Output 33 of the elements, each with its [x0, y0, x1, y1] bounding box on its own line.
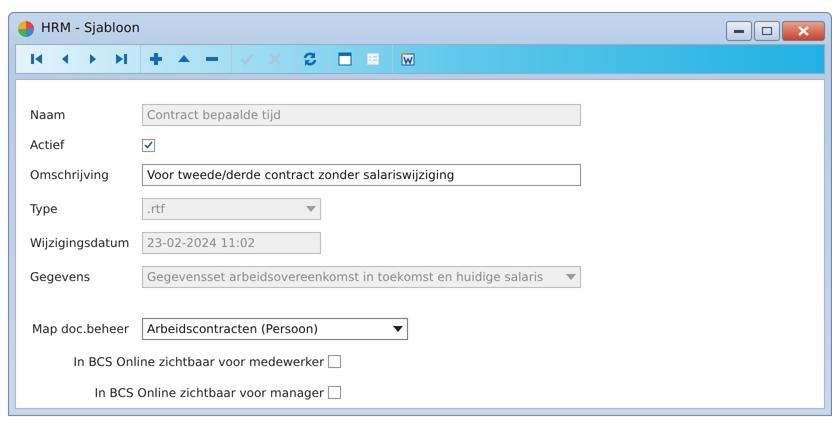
checkbox[interactable] — [328, 386, 341, 399]
app-logo-icon — [17, 20, 35, 38]
window-title: HRM - Sjabloon — [41, 21, 141, 36]
list-view-icon — [365, 51, 381, 67]
close-icon — [798, 26, 809, 36]
checkbox-label: In BCS Online zichtbaar voor manager — [94, 386, 324, 400]
plus-icon — [148, 51, 164, 67]
field-label: Omschrijving — [30, 168, 110, 182]
field-label: Gegevens — [30, 270, 92, 284]
minimize-icon — [734, 29, 744, 33]
dropdown-arrow-icon — [393, 326, 403, 332]
first-record-icon — [29, 51, 45, 67]
maximize-icon — [762, 27, 772, 35]
refresh-icon — [302, 51, 318, 67]
document-icon — [400, 51, 416, 67]
close-button[interactable] — [782, 21, 825, 41]
field-label: Map doc.beheer — [32, 322, 130, 336]
input-field[interactable]: Voor tweede/derde contract zonder salariswijziging — [142, 164, 581, 186]
field-label: Naam — [30, 108, 66, 122]
field-label: Type — [30, 202, 59, 216]
checkmark-icon — [144, 141, 153, 149]
dropdown-arrow-icon — [306, 206, 316, 212]
maximize-button[interactable] — [754, 21, 780, 41]
last-record-icon — [113, 51, 129, 67]
dropdown-field[interactable]: Arbeidscontracten (Persoon) — [142, 318, 408, 340]
dropdown-arrow-icon — [566, 274, 576, 280]
window-icon — [337, 51, 353, 67]
checkbox[interactable] — [142, 138, 155, 152]
minimize-button[interactable] — [726, 21, 752, 41]
checkbox[interactable] — [328, 355, 341, 368]
checkbox-label: In BCS Online zichtbaar voor medewerker — [74, 354, 324, 368]
field-label: Wijzigingsdatum — [30, 236, 130, 250]
field-label: Actief — [30, 138, 66, 152]
